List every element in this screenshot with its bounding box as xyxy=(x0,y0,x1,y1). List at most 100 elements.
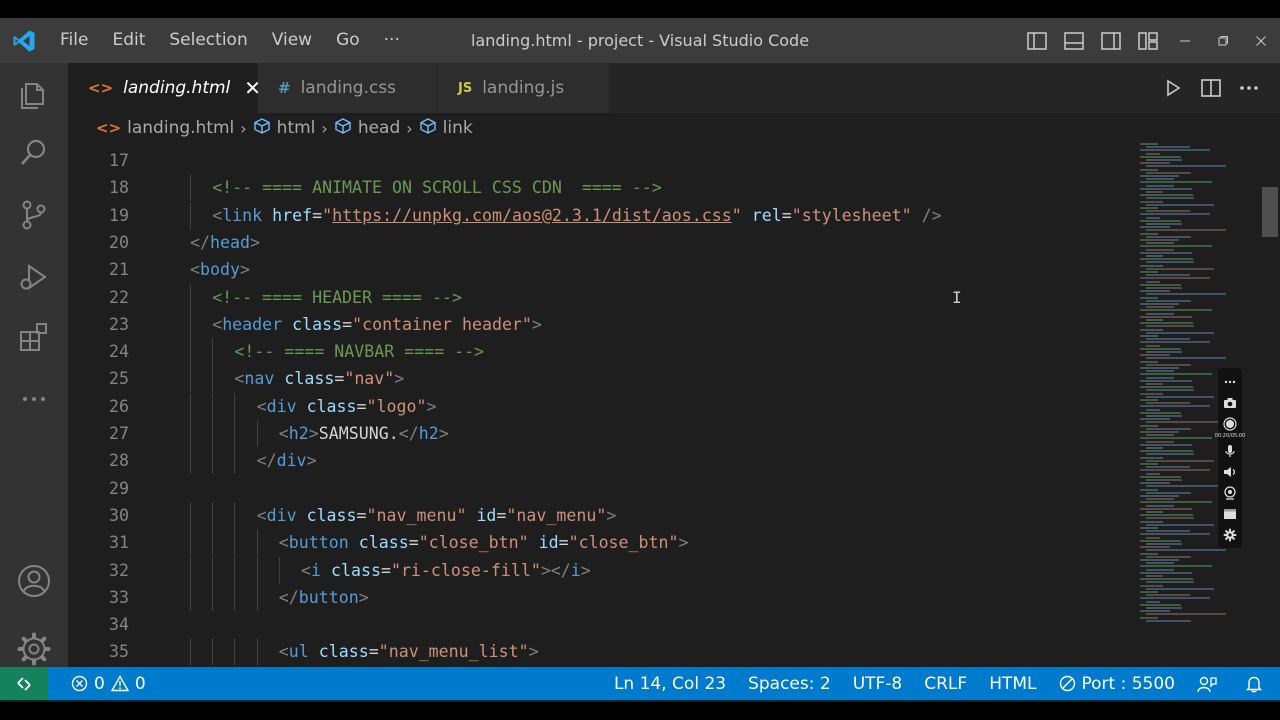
code-token: < xyxy=(278,533,289,553)
code-line[interactable]: 32 <i class="ri-close-fill"></i> xyxy=(68,556,1138,584)
screen-area-icon[interactable] xyxy=(1220,504,1240,524)
minimap-line xyxy=(1146,357,1226,360)
feedback-icon[interactable] xyxy=(1186,675,1234,693)
code-line[interactable]: 35 <ul class="nav_menu_list"> xyxy=(68,638,1138,666)
tab-landing-css[interactable]: # landing.css xyxy=(258,63,438,113)
menu-more[interactable]: ··· xyxy=(372,18,412,63)
menu-go[interactable]: Go xyxy=(324,18,372,63)
code-token: ul xyxy=(288,642,309,662)
record-icon[interactable] xyxy=(1220,414,1240,434)
menu-selection[interactable]: Selection xyxy=(157,18,259,63)
indent-guide xyxy=(190,638,191,666)
minimap-line xyxy=(1146,581,1194,584)
webcam-icon[interactable] xyxy=(1220,483,1240,503)
minimize-icon[interactable] xyxy=(1166,18,1204,63)
menu-edit[interactable]: Edit xyxy=(100,18,157,63)
code-line[interactable]: 25 <nav class="nav"> xyxy=(68,365,1138,393)
code-line[interactable]: 20 </head> xyxy=(68,229,1138,256)
code-line[interactable]: 17 xyxy=(68,147,1138,174)
breadcrumb-html[interactable]: html xyxy=(253,117,316,139)
problems-indicator[interactable]: 0 0 xyxy=(60,674,157,694)
code-token: "ri-close-fill" xyxy=(390,560,541,580)
minimap-line xyxy=(1146,479,1182,481)
minimap-line xyxy=(1146,351,1182,353)
tab-landing-html[interactable]: <> landing.html ✕ xyxy=(68,63,261,113)
minimap-line xyxy=(1146,203,1214,206)
code-line[interactable]: 18 <!-- ==== ANIMATE ON SCROLL CSS CDN ==… xyxy=(68,174,1138,202)
minimap-line xyxy=(1146,383,1163,385)
code-token: = xyxy=(368,642,379,662)
customize-layout-icon[interactable] xyxy=(1129,18,1166,63)
end-of-line[interactable]: CRLF xyxy=(913,674,978,694)
minimap-line xyxy=(1140,373,1212,376)
run-and-debug-icon[interactable] xyxy=(0,249,68,305)
notifications-bell-icon[interactable] xyxy=(1234,675,1280,693)
line-number: 34 xyxy=(109,615,129,635)
recorder-drag-icon[interactable] xyxy=(1220,372,1240,392)
minimap-line xyxy=(1140,175,1179,177)
code-token: body xyxy=(200,260,240,280)
toggle-secondary-sidebar-icon[interactable] xyxy=(1092,18,1129,63)
microphone-icon[interactable] xyxy=(1220,441,1240,461)
code-line[interactable]: 23 <header class="container header"> xyxy=(68,310,1138,338)
extensions-icon[interactable] xyxy=(0,309,68,365)
encoding[interactable]: UTF-8 xyxy=(842,674,914,694)
minimap-line xyxy=(1146,223,1182,225)
code-token: nav xyxy=(244,369,275,389)
language-mode[interactable]: HTML xyxy=(978,674,1047,694)
code-token: > xyxy=(426,396,437,416)
recorder-settings-gear-icon[interactable] xyxy=(1220,525,1240,545)
code-token: rel xyxy=(751,205,782,225)
close-window-icon[interactable] xyxy=(1242,18,1280,63)
code-line[interactable]: 34 xyxy=(68,611,1138,638)
code-line[interactable]: 30 <div class="nav_menu" id="nav_menu"> xyxy=(68,501,1138,529)
code-line[interactable]: 19 <link href="https://unpkg.com/aos@2.3.… xyxy=(68,201,1138,229)
accounts-icon[interactable] xyxy=(0,553,68,609)
indent-guide xyxy=(190,392,191,420)
code-line[interactable]: 29 xyxy=(68,475,1138,502)
vertical-scrollbar[interactable] xyxy=(1260,143,1280,667)
scrollbar-thumb[interactable] xyxy=(1262,187,1278,237)
code-text: <button class="close_btn" id="close_btn"… xyxy=(279,529,689,556)
search-icon[interactable] xyxy=(0,125,68,181)
code-line[interactable]: 33 </button> xyxy=(68,583,1138,611)
code-line[interactable]: 27 <h2>SAMSUNG.</h2> xyxy=(68,420,1138,447)
source-control-icon[interactable] xyxy=(0,187,68,243)
more-actions-icon[interactable] xyxy=(1230,63,1268,113)
code-line[interactable]: 24 <!-- ==== NAVBAR ==== --> xyxy=(68,338,1138,366)
tab-landing-js[interactable]: JS landing.js xyxy=(438,63,610,113)
code-token: class xyxy=(292,314,343,334)
remote-indicator-icon[interactable] xyxy=(0,667,48,700)
code-line[interactable]: 26 <div class="logo"> xyxy=(68,392,1138,420)
camera-icon[interactable] xyxy=(1220,393,1240,413)
code-editor[interactable]: 17 18 <!-- ==== ANIMATE ON SCROLL CSS CDN … xyxy=(68,143,1280,667)
code-line[interactable]: 31 <button class="close_btn" id="close_bt… xyxy=(68,529,1138,557)
code-text: <h2>SAMSUNG.</h2> xyxy=(279,420,449,447)
explorer-icon[interactable] xyxy=(0,67,68,123)
code-token: div xyxy=(266,396,297,416)
minimap-line xyxy=(1140,552,1158,555)
code-line[interactable]: 21 <body> xyxy=(68,256,1138,283)
toggle-panel-icon[interactable] xyxy=(1055,18,1092,63)
menu-file[interactable]: File xyxy=(48,18,100,63)
more-views-icon[interactable] xyxy=(0,371,68,427)
cursor-position[interactable]: Ln 14, Col 23 xyxy=(603,674,737,694)
split-editor-icon[interactable] xyxy=(1192,63,1230,113)
run-file-icon[interactable] xyxy=(1154,63,1192,113)
code-line[interactable]: 22 <!-- ==== HEADER ==== --> xyxy=(68,283,1138,311)
breadcrumb-link[interactable]: link xyxy=(419,117,473,139)
menu-view[interactable]: View xyxy=(260,18,324,63)
breadcrumb-label: html xyxy=(276,118,316,138)
indentation[interactable]: Spaces: 2 xyxy=(737,674,842,694)
breadcrumb-file[interactable]: <> landing.html xyxy=(96,118,234,138)
restore-icon[interactable] xyxy=(1204,18,1242,63)
minimap-line xyxy=(1140,207,1158,209)
breadcrumb-head[interactable]: head xyxy=(334,117,400,139)
toggle-primary-sidebar-icon[interactable] xyxy=(1018,18,1055,63)
code-line[interactable]: 28 </div> xyxy=(68,447,1138,475)
live-server-port[interactable]: Port : 5500 xyxy=(1048,674,1187,694)
line-number: 23 xyxy=(109,314,129,334)
speaker-icon[interactable] xyxy=(1220,462,1240,482)
